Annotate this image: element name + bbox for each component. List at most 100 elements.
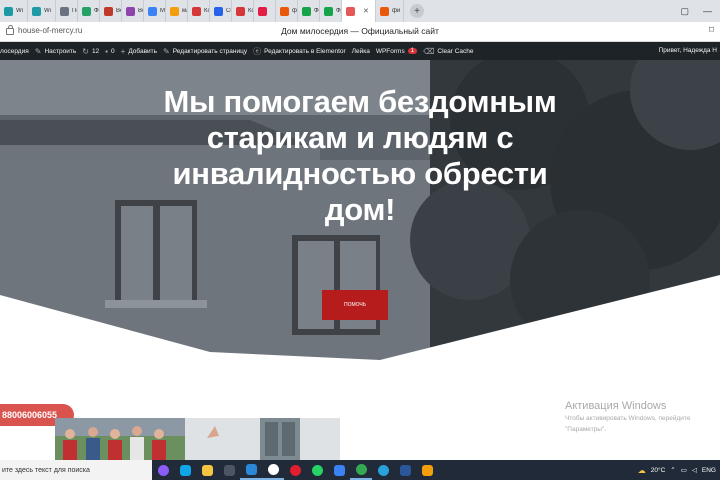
browser-tab[interactable]: По [56, 0, 78, 22]
updates-count: 12 [91, 47, 100, 55]
tab-favicon-icon [192, 6, 201, 16]
tabs-icon[interactable]: ▢ [680, 6, 689, 17]
user-greeting[interactable]: Привет, Надежда Н [659, 47, 717, 54]
clear-cache-link[interactable]: ⌫ Clear Cache [423, 47, 479, 56]
cache-icon: ⌫ [423, 46, 435, 56]
new-tab-button[interactable]: + [410, 4, 424, 18]
photo-building [185, 418, 340, 460]
tab-favicon-icon [104, 6, 113, 16]
temperature[interactable]: 20°C [651, 467, 666, 474]
app-icon[interactable] [416, 460, 438, 480]
brush-icon: ✎ [34, 46, 42, 56]
tab-label: Ве [138, 8, 143, 14]
edit-elementor-label: Редактировать в Elementor [264, 47, 346, 55]
tab-label: ма [182, 8, 187, 14]
edit-page-link[interactable]: ✎ Редактировать страницу [163, 47, 253, 56]
windows-taskbar: ите здесь текст для поиска ☁ 20°C ⌃ ▭ ◁ … [0, 460, 720, 480]
windows-activation-watermark: Активация Windows Чтобы активировать Win… [565, 400, 690, 434]
tab-last[interactable]: фи [376, 0, 404, 22]
telegram-icon[interactable] [372, 460, 394, 480]
tab-label: Фр [336, 8, 341, 14]
wp-admin-bar: лосердия ✎ Настроить ↻ 12 ▪ 0 + Добавить ✎ Ре… [0, 42, 720, 60]
browser-tab[interactable]: Mi [144, 0, 166, 22]
browser-tab[interactable]: Фо [78, 0, 100, 22]
chrome-icon[interactable] [350, 460, 372, 480]
tab-label: фи [392, 8, 401, 14]
browser-tab[interactable]: Фр [320, 0, 342, 22]
tab-label: Фо [94, 8, 99, 14]
clear-cache-label: Clear Cache [437, 47, 474, 55]
tab-label: фр [292, 8, 297, 14]
photos-icon[interactable] [328, 460, 350, 480]
comments-link[interactable]: ▪ 0 [105, 47, 120, 56]
network-icon[interactable]: ▭ [681, 466, 687, 474]
browser-tab[interactable]: Wi [0, 0, 28, 22]
volume-icon[interactable]: ◁ [692, 466, 697, 474]
whatsapp-icon[interactable] [306, 460, 328, 480]
browser-tab-strip: Wi Wi По Фо Ве Ве Mi ма Ко Сб Ко фр Фо Фр ✕ фи + ▢ — [0, 0, 720, 22]
tab-label: Фо [314, 8, 319, 14]
leika-link[interactable]: Лейка [352, 48, 376, 55]
weather-icon[interactable]: ☁ [638, 466, 646, 475]
tab-favicon-icon [148, 6, 157, 16]
site-name[interactable]: лосердия [0, 48, 29, 55]
browser-tab[interactable]: Сб [210, 0, 232, 22]
customize-link[interactable]: ✎ Настроить [35, 47, 82, 56]
pencil-icon: ✎ [163, 46, 170, 56]
wpforms-label: WPForms [375, 47, 405, 55]
mail-icon[interactable] [240, 460, 262, 480]
add-new-link[interactable]: + Добавить [121, 47, 163, 56]
tab-favicon-icon [32, 6, 41, 16]
page-title: Дом милосердия — Официальный сайт [281, 26, 439, 36]
tab-favicon-icon [302, 6, 311, 16]
edit-elementor-link[interactable]: ⓔ Редактировать в Elementor [253, 46, 352, 57]
tab-favicon-icon [82, 6, 91, 16]
taskbar-search[interactable]: ите здесь текст для поиска [0, 460, 152, 480]
active-tab[interactable]: ✕ [342, 0, 376, 22]
tab-favicon-icon [236, 6, 245, 16]
browser-tab[interactable]: фр [276, 0, 298, 22]
minimize-icon[interactable]: — [703, 6, 712, 17]
updates-link[interactable]: ↻ 12 [82, 47, 105, 56]
browser-tab[interactable]: Фо [298, 0, 320, 22]
chevron-up-icon[interactable]: ⌃ [670, 466, 675, 474]
donate-button[interactable]: ПОМОЧЬ [322, 290, 388, 320]
activation-line2: "Параметры". [565, 426, 607, 433]
tab-favicon-icon [4, 6, 13, 16]
hero-headline: Мы помогаем бездомным старикам и людям с… [163, 84, 557, 227]
tab-label: Ко [204, 8, 209, 14]
tab-list: Wi Wi По Фо Ве Ве Mi ма Ко Сб Ко фр Фо Фр [0, 0, 342, 22]
tab-favicon-icon [60, 6, 69, 16]
language-indicator[interactable]: ENG [702, 467, 716, 474]
system-tray: ☁ 20°C ⌃ ▭ ◁ ENG [638, 466, 720, 475]
browser-tab[interactable]: Ко [188, 0, 210, 22]
tab-favicon-icon [214, 6, 223, 16]
browser-tab[interactable]: Ко [232, 0, 254, 22]
search-placeholder[interactable]: ите здесь текст для поиска [2, 467, 90, 474]
store-icon[interactable] [218, 460, 240, 480]
bookmark-icon[interactable]: ⌑ [709, 25, 714, 36]
wpforms-badge: 1 [407, 48, 418, 54]
alice-icon[interactable] [152, 460, 174, 480]
yandex-icon[interactable] [262, 460, 284, 480]
wp-site-link[interactable]: лосердия [0, 48, 35, 55]
browser-tab[interactable]: Wi [28, 0, 56, 22]
browser-tab[interactable]: Ве [122, 0, 144, 22]
browser-tab[interactable] [254, 0, 276, 22]
tab-label: Wi [16, 8, 23, 14]
edge-icon[interactable] [174, 460, 196, 480]
browser-tab[interactable]: Ве [100, 0, 122, 22]
opera-icon[interactable] [284, 460, 306, 480]
close-icon[interactable]: ✕ [363, 7, 369, 15]
leika-label: Лейка [351, 47, 370, 55]
wpforms-link[interactable]: WPForms 1 [376, 48, 423, 55]
word-icon[interactable] [394, 460, 416, 480]
browser-tab[interactable]: ма [166, 0, 188, 22]
plus-icon: + [120, 46, 126, 56]
refresh-icon: ↻ [82, 46, 89, 56]
activation-title: Активация Windows [565, 400, 667, 412]
explorer-icon[interactable] [196, 460, 218, 480]
heart-icon [346, 6, 355, 16]
tab-label: Сб [226, 8, 231, 14]
comments-count: 0 [111, 47, 115, 55]
